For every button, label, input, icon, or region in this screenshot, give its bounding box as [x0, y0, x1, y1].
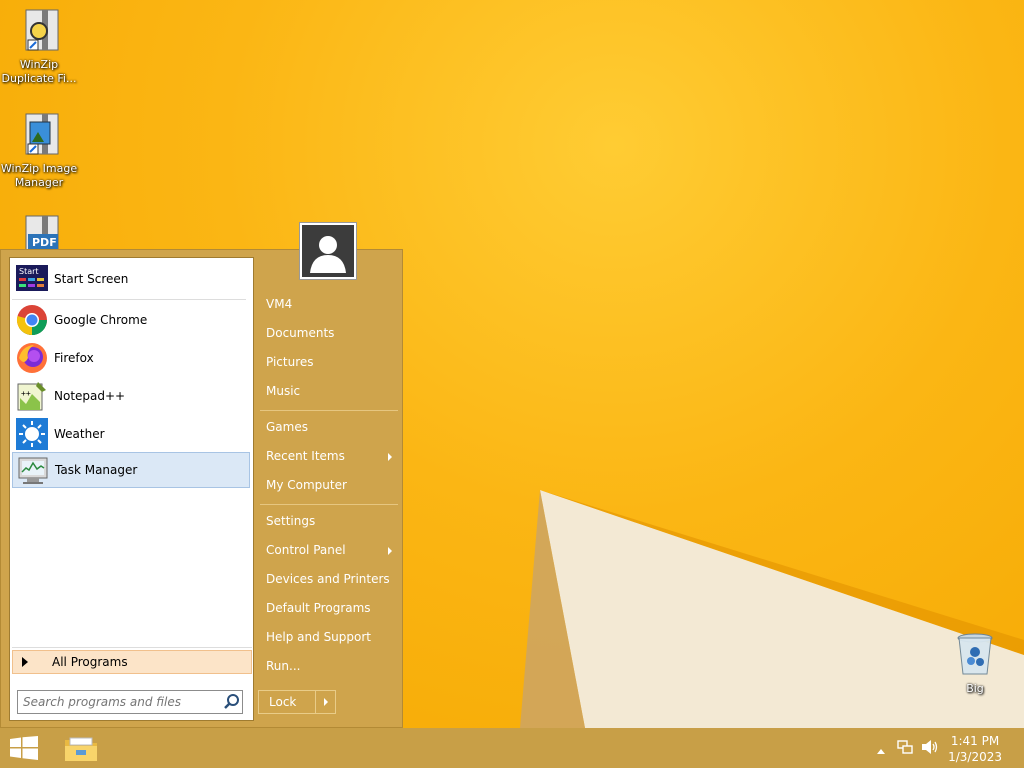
submenu-arrow-icon [388, 547, 392, 555]
place-my-computer[interactable]: My Computer [266, 478, 347, 492]
program-firefox[interactable]: Firefox [12, 340, 250, 376]
program-start-screen[interactable]: Start Start Screen [12, 261, 250, 297]
place-control-panel[interactable]: Control Panel [266, 543, 396, 557]
network-icon[interactable] [897, 739, 913, 758]
start-button-windows-logo[interactable] [10, 736, 38, 763]
program-label: Notepad++ [54, 389, 126, 403]
desktop-icon-winzip-image-manager[interactable]: WinZip Image Manager [0, 110, 78, 190]
chrome-icon [16, 304, 48, 336]
winzip-duplicate-finder-icon [14, 6, 64, 56]
taskbar-clock[interactable]: 1:41 PM 1/3/2023 [948, 733, 1002, 765]
program-weather[interactable]: Weather [12, 416, 250, 452]
program-label: Weather [54, 427, 105, 441]
desktop-icon-label: Big [966, 682, 984, 695]
search-input[interactable] [18, 694, 222, 710]
clock-time: 1:41 PM [950, 734, 1000, 748]
svg-text:++: ++ [21, 389, 31, 398]
file-explorer-icon[interactable] [64, 734, 98, 765]
place-recent-items[interactable]: Recent Items [266, 449, 396, 463]
places-separator [260, 504, 398, 505]
place-music[interactable]: Music [266, 384, 300, 398]
chevron-right-icon [323, 698, 328, 706]
desktop-icon-label: WinZip Duplicate Fi... [1, 58, 77, 85]
volume-icon[interactable] [921, 739, 939, 758]
place-vm4[interactable]: VM4 [266, 297, 292, 311]
start-screen-icon-text: Start [19, 267, 39, 276]
lock-button-group: Lock [258, 690, 336, 714]
all-programs-label: All Programs [52, 655, 128, 669]
start-menu: Start Start Screen Google Chrome Firefox… [0, 249, 403, 728]
user-avatar-icon[interactable] [300, 223, 356, 279]
desktop-icon-recycle-bin[interactable]: Big [936, 630, 1014, 696]
recycle-bin-icon [950, 630, 1000, 680]
lock-button[interactable]: Lock [259, 695, 315, 709]
start-menu-places-panel: VM4 Documents Pictures Music Games Recen… [258, 250, 404, 729]
program-google-chrome[interactable]: Google Chrome [12, 302, 250, 338]
firefox-icon [16, 342, 48, 374]
program-label: Start Screen [54, 272, 129, 286]
show-hidden-icons-chevron[interactable] [876, 744, 886, 758]
shutdown-options-button[interactable] [316, 698, 335, 706]
control-panel-label: Control Panel [266, 543, 346, 557]
search-box[interactable] [17, 690, 243, 714]
start-menu-programs-panel: Start Start Screen Google Chrome Firefox… [9, 257, 254, 721]
program-notepad-plus-plus[interactable]: ++ Notepad++ [12, 378, 250, 414]
place-devices-and-printers[interactable]: Devices and Printers [266, 572, 390, 586]
place-run[interactable]: Run... [266, 659, 300, 673]
all-programs-button[interactable]: All Programs [12, 650, 252, 674]
places-separator [260, 410, 398, 411]
place-documents[interactable]: Documents [266, 326, 334, 340]
search-icon[interactable] [222, 692, 242, 712]
clock-date: 1/3/2023 [948, 750, 1002, 764]
weather-icon [16, 418, 48, 450]
winzip-image-manager-icon [14, 110, 64, 160]
taskbar: 1:41 PM 1/3/2023 [0, 728, 1024, 768]
notepad-plus-plus-icon: ++ [16, 380, 48, 412]
place-default-programs[interactable]: Default Programs [266, 601, 371, 615]
recent-items-label: Recent Items [266, 449, 345, 463]
place-pictures[interactable]: Pictures [266, 355, 314, 369]
program-label: Task Manager [55, 463, 138, 477]
all-programs-separator [12, 647, 252, 648]
program-label: Firefox [54, 351, 94, 365]
place-games[interactable]: Games [266, 420, 308, 434]
programs-separator [12, 299, 246, 300]
desktop-icon-winzip-duplicate[interactable]: WinZip Duplicate Fi... [0, 6, 78, 86]
desktop-icon-label: WinZip Image Manager [0, 162, 78, 189]
place-help-and-support[interactable]: Help and Support [266, 630, 371, 644]
start-screen-icon: Start [16, 263, 48, 295]
place-settings[interactable]: Settings [266, 514, 315, 528]
triangle-right-icon [22, 657, 28, 667]
pdf-text: PDF [32, 236, 57, 249]
submenu-arrow-icon [388, 453, 392, 461]
program-task-manager[interactable]: Task Manager [12, 452, 250, 488]
task-manager-icon [17, 454, 49, 486]
program-label: Google Chrome [54, 313, 148, 327]
